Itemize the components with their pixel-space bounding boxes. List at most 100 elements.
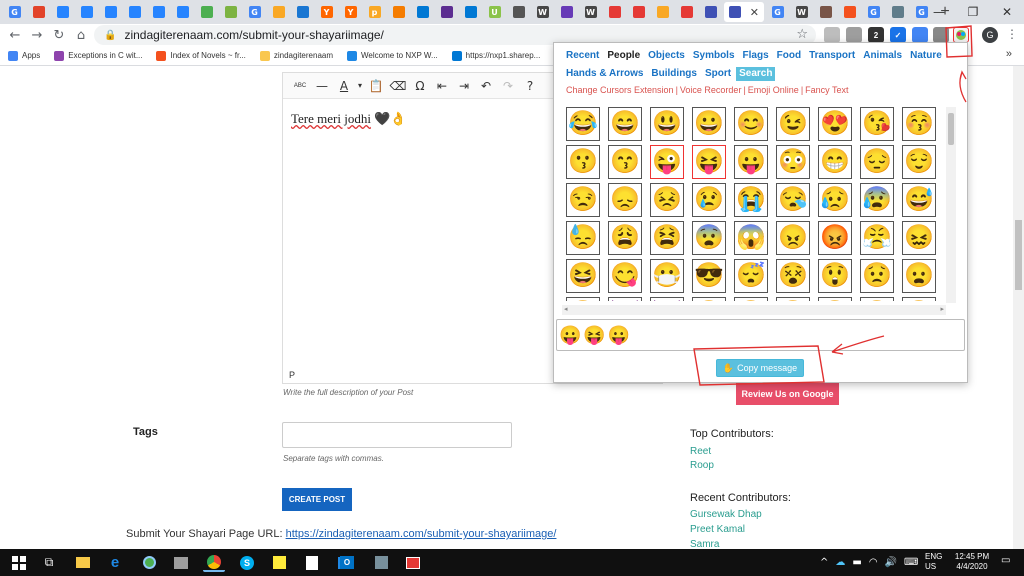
browser-tab[interactable]	[676, 2, 697, 22]
emoji-cell[interactable]: 😶	[902, 297, 936, 301]
emoji-cell[interactable]: 😗	[566, 145, 600, 179]
onedrive-icon[interactable]: ☁	[835, 557, 845, 568]
emoji-cell[interactable]: 😁	[818, 145, 852, 179]
emoji-cell[interactable]: 😵	[776, 259, 810, 293]
emoji-grid-scroll-thumb[interactable]	[948, 113, 954, 145]
language-indicator[interactable]: ENG US	[925, 552, 942, 572]
browser-tab[interactable]: Y	[340, 2, 361, 22]
emoji-cell[interactable]: 😃	[650, 107, 684, 141]
help-icon[interactable]: ?	[519, 75, 541, 97]
browser-tab[interactable]	[815, 2, 836, 22]
outdent-icon[interactable]: ⇤	[431, 75, 453, 97]
app-icon-11[interactable]	[370, 553, 392, 572]
emoji-category-tab[interactable]: Sport	[702, 67, 734, 81]
bookmark-item[interactable]: Exceptions in C wit...	[54, 50, 142, 61]
special-character-icon[interactable]: Ω	[409, 75, 431, 97]
browser-tab[interactable]: G	[767, 2, 788, 22]
emoji-cell[interactable]: 😷	[650, 259, 684, 293]
browser-tab[interactable]	[628, 2, 649, 22]
tray-app-icon[interactable]: ▬	[852, 557, 861, 568]
browser-tab[interactable]: W	[791, 2, 812, 22]
emoji-category-tab[interactable]: Animals	[860, 49, 905, 63]
emoji-cell[interactable]: 😐	[776, 297, 810, 301]
extension-icon-2[interactable]	[846, 27, 862, 43]
emoji-cell[interactable]: 😝	[692, 145, 726, 179]
browser-tab[interactable]	[556, 2, 577, 22]
emoji-cell[interactable]: 😀	[692, 107, 726, 141]
forward-icon[interactable]: →	[26, 24, 48, 46]
emoji-category-tab[interactable]: Transport	[806, 49, 858, 63]
copy-message-button[interactable]: ✋ Copy message	[716, 359, 804, 377]
skype-icon[interactable]: S	[236, 553, 258, 572]
browser-tab[interactable]	[196, 2, 217, 22]
emoji-category-tab[interactable]: Recent	[563, 49, 602, 63]
emoji-cell[interactable]: 😡	[818, 221, 852, 255]
emoji-cell[interactable]: 😲	[818, 259, 852, 293]
recent-contributor-link[interactable]: Gursewak Dhap	[690, 509, 762, 520]
home-icon[interactable]: ⌂	[70, 24, 92, 46]
popup-link[interactable]: Emoji Online	[748, 85, 799, 95]
emoji-category-tab[interactable]: Nature	[907, 49, 945, 63]
emoji-cell[interactable]: 😰	[860, 183, 894, 217]
emoji-category-tab[interactable]: Food	[774, 49, 804, 63]
emoji-cell[interactable]: 😂	[566, 107, 600, 141]
browser-tab[interactable]	[388, 2, 409, 22]
top-contributor-link[interactable]: Roop	[690, 460, 714, 471]
emoji-extension-icon[interactable]	[953, 27, 969, 43]
browser-tab[interactable]	[268, 2, 289, 22]
horizontal-line-icon[interactable]: —	[311, 75, 333, 97]
create-post-button[interactable]: CREATE POST	[282, 488, 352, 511]
emoji-cell[interactable]: 😈	[608, 297, 642, 301]
clock[interactable]: 12:45 PM 4/4/2020	[952, 552, 992, 572]
emoji-cell[interactable]: 😯	[860, 297, 894, 301]
keyboard-icon[interactable]: ⌨	[904, 557, 918, 568]
scroll-left-icon[interactable]: ◂	[564, 305, 568, 313]
browser-tab[interactable]	[460, 2, 481, 22]
browser-tab[interactable]: G	[4, 2, 25, 22]
close-window-icon[interactable]: ✕	[990, 0, 1024, 24]
emoji-grid-hscrollbar[interactable]: ◂ ▸	[562, 305, 946, 315]
emoji-cell[interactable]: 😱	[734, 221, 768, 255]
emoji-cell[interactable]: 😤	[860, 221, 894, 255]
emoji-cell[interactable]: 😴	[734, 259, 768, 293]
browser-tab[interactable]: Y	[316, 2, 337, 22]
emoji-cell[interactable]: 😊	[734, 107, 768, 141]
emoji-category-tab[interactable]: Buildings	[648, 67, 700, 81]
browser-tab[interactable]	[887, 2, 908, 22]
minimize-icon[interactable]: —	[922, 0, 956, 24]
browser-tab[interactable]	[148, 2, 169, 22]
emoji-cell[interactable]: 😖	[902, 221, 936, 255]
text-color-dropdown-icon[interactable]: ▾	[355, 75, 365, 97]
emoji-cell[interactable]: 😘	[860, 107, 894, 141]
maximize-icon[interactable]: ❐	[956, 0, 990, 24]
browser-tab[interactable]	[124, 2, 145, 22]
browser-tab[interactable]	[28, 2, 49, 22]
emoji-cell[interactable]: 😥	[818, 183, 852, 217]
page-scrollbar-thumb[interactable]	[1015, 220, 1022, 290]
browser-tab[interactable]	[436, 2, 457, 22]
extension-icon-6[interactable]	[933, 27, 949, 43]
sticky-notes-icon[interactable]	[268, 553, 290, 572]
popup-link[interactable]: Change Cursors Extension	[566, 85, 674, 95]
browser-tab[interactable]: G	[863, 2, 884, 22]
emoji-cell[interactable]: 😦	[902, 259, 936, 293]
emoji-cell[interactable]: 😬	[734, 297, 768, 301]
emoji-cell[interactable]: 😙	[608, 145, 642, 179]
emoji-cell[interactable]: 😩	[608, 221, 642, 255]
extension-icon-4[interactable]: ✓	[890, 27, 906, 43]
tags-input[interactable]	[282, 422, 512, 448]
emoji-cell[interactable]: 😭	[734, 183, 768, 217]
bookmark-item[interactable]: zindagiterenaam	[259, 50, 333, 61]
emoji-category-tab[interactable]: Flags	[740, 49, 772, 63]
tab-close-icon[interactable]: ✕	[750, 6, 759, 19]
menu-icon[interactable]: ⋮	[1006, 27, 1018, 41]
browser-tab[interactable]: U	[484, 2, 505, 22]
emoji-cell[interactable]: 👿	[650, 297, 684, 301]
emoji-cell[interactable]: 😢	[692, 183, 726, 217]
top-contributor-link[interactable]: Reet	[690, 446, 711, 457]
browser-tab[interactable]	[172, 2, 193, 22]
emoji-cell[interactable]: 😄	[608, 107, 642, 141]
recent-contributor-link[interactable]: Preet Kamal	[690, 524, 745, 535]
extension-icon-5[interactable]	[912, 27, 928, 43]
popup-link[interactable]: Voice Recorder	[680, 85, 742, 95]
